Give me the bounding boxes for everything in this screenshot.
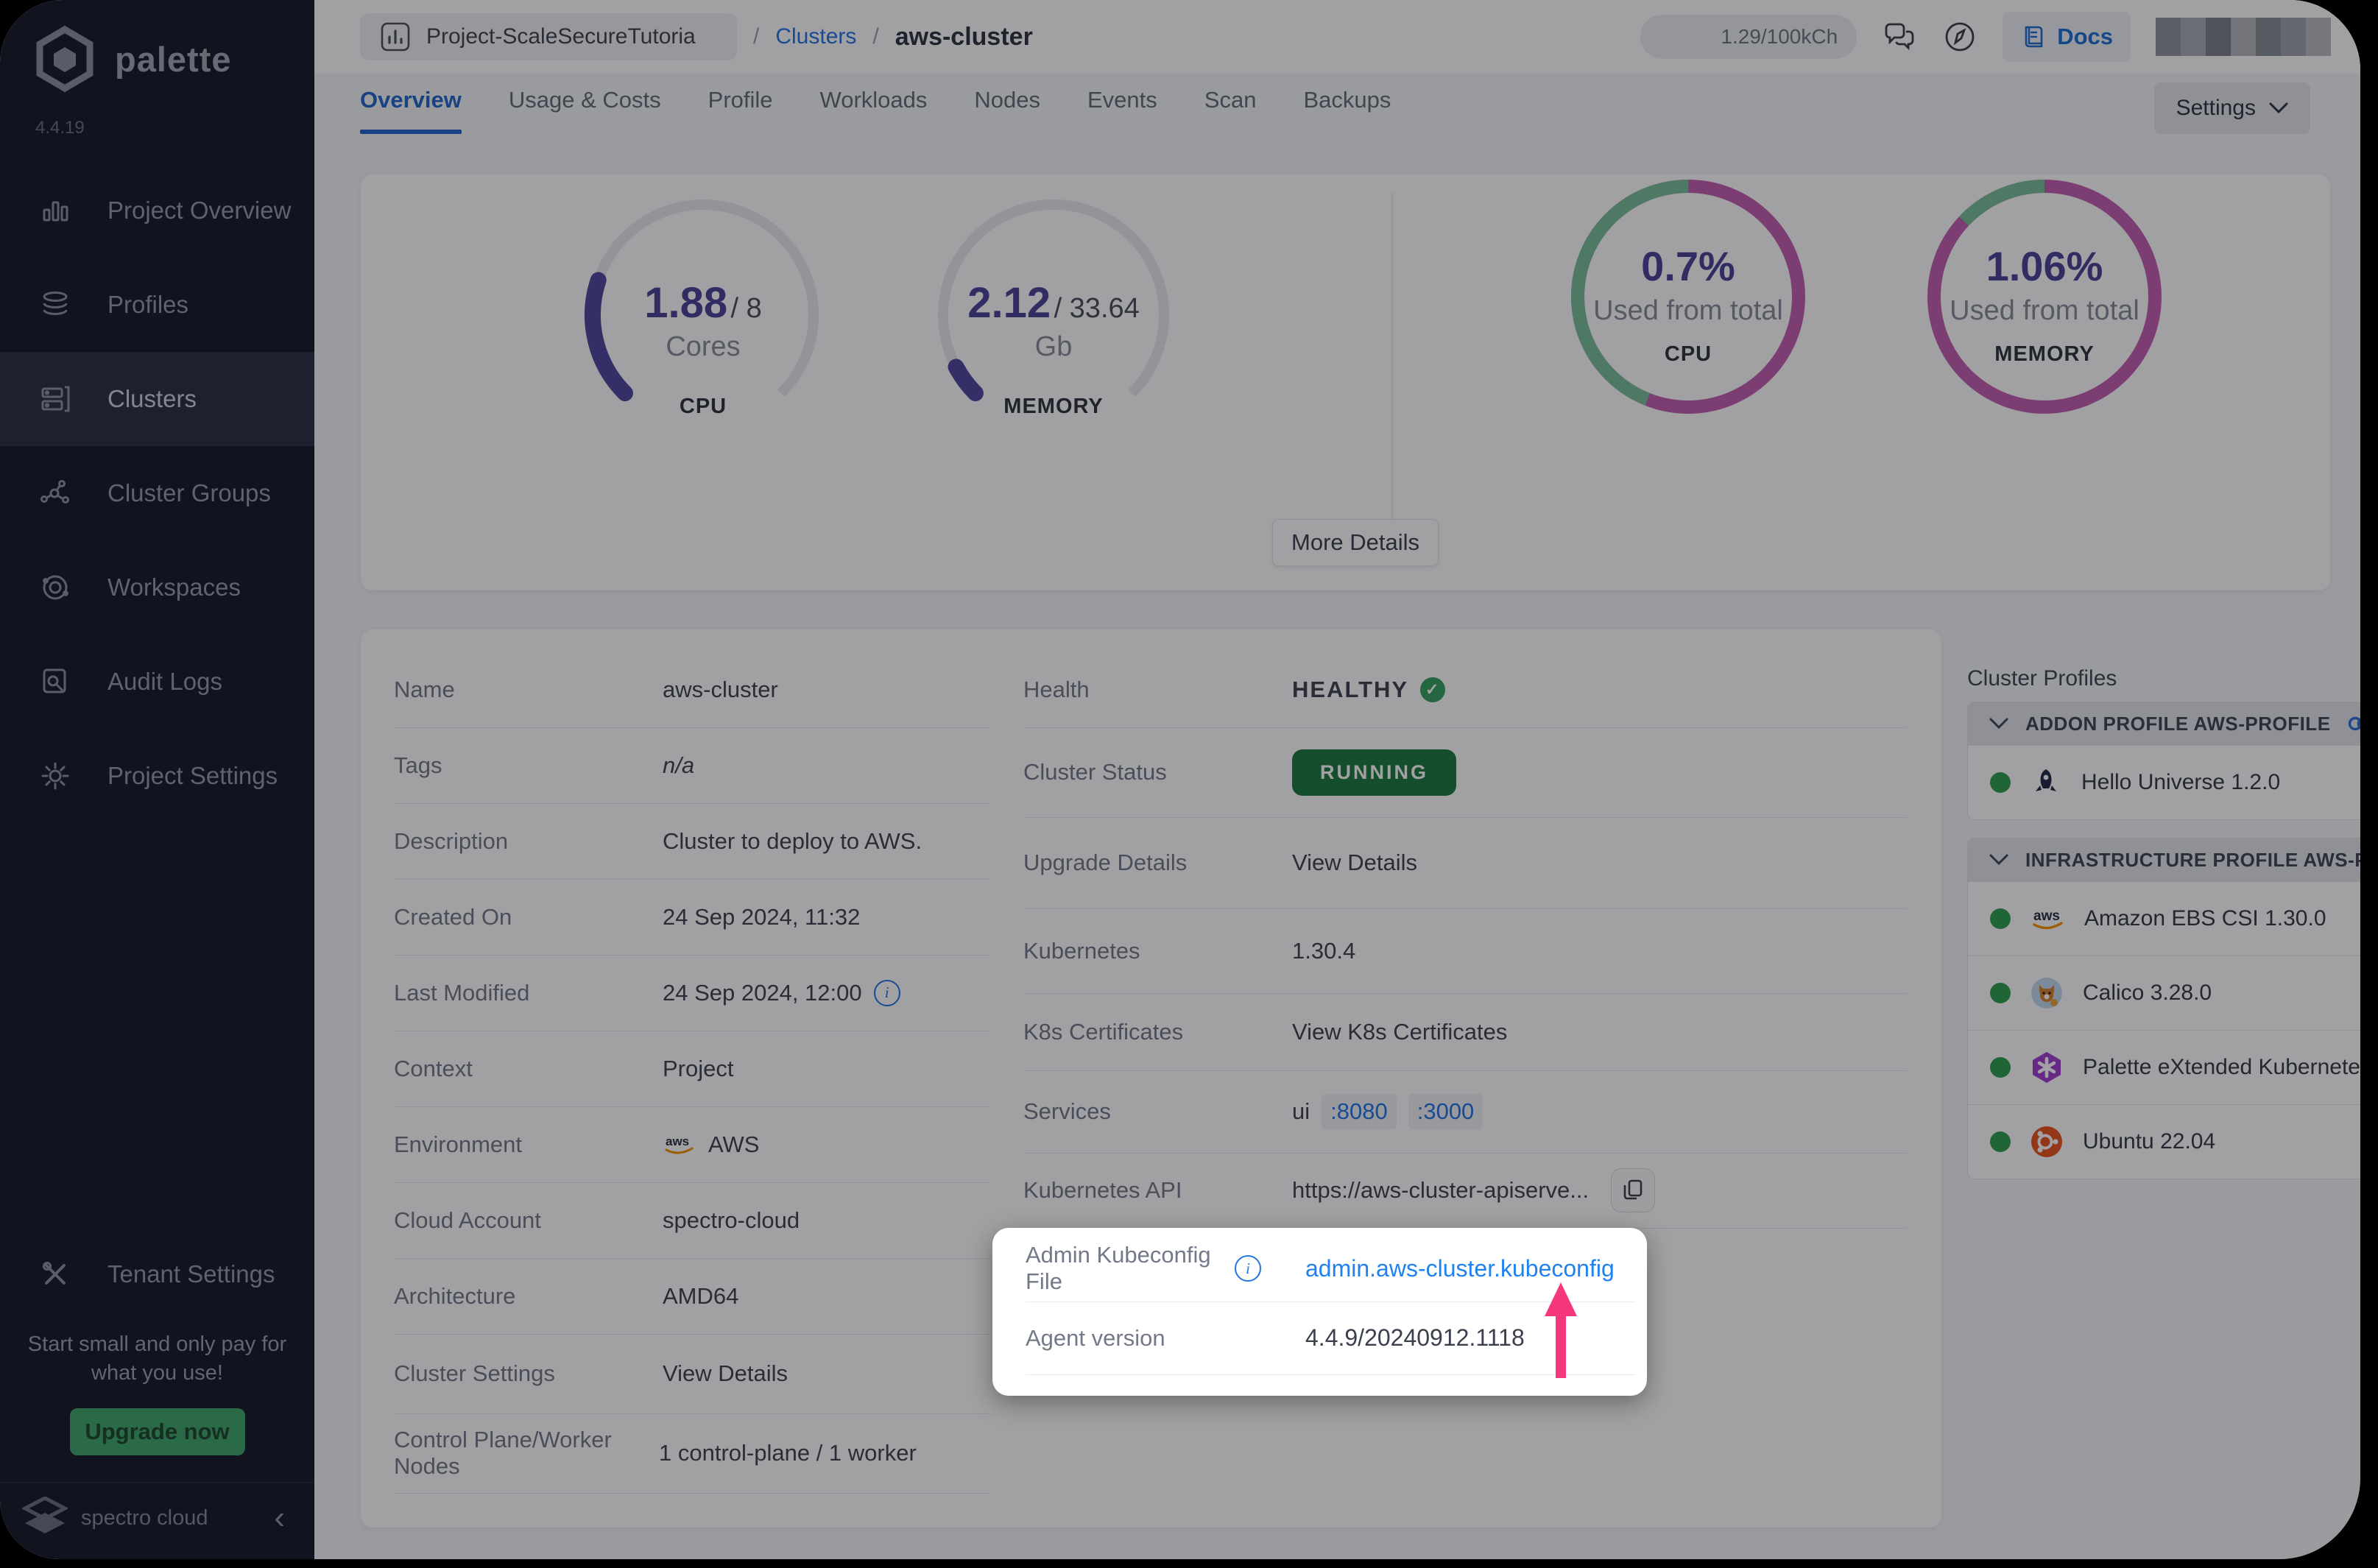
agent-version-label: Agent version [1026, 1325, 1261, 1352]
kubeconfig-label: Admin Kubeconfig File [1026, 1242, 1221, 1295]
info-icon[interactable]: i [1235, 1255, 1261, 1282]
agent-version-value: 4.4.9/20240912.1118 [1305, 1324, 1525, 1352]
kubeconfig-download-link[interactable]: admin.aws-cluster.kubeconfig [1305, 1255, 1615, 1282]
annotation-arrow-icon [1542, 1282, 1580, 1378]
